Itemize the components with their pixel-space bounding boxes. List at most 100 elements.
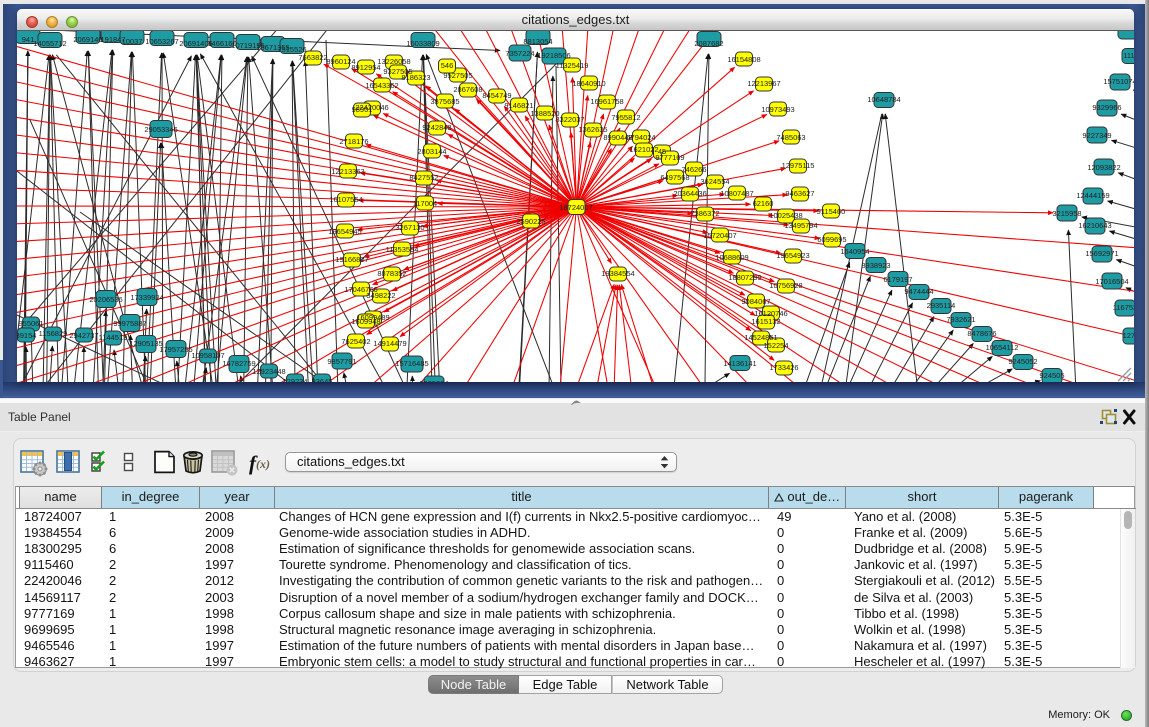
svg-text:99975887: 99975887 [113,319,146,328]
svg-text:3624554: 3624554 [700,177,729,186]
svg-text:9242848: 9242848 [422,123,451,132]
svg-text:10756928: 10756928 [769,281,802,290]
svg-text:8186323: 8186323 [401,73,430,82]
svg-text:18640910: 18640910 [572,79,605,88]
svg-text:19654923: 19654923 [776,251,809,260]
svg-text:9527505: 9527505 [443,71,472,80]
svg-text:14055712: 14055712 [33,39,66,48]
svg-text:6497568: 6497568 [660,173,689,182]
svg-text:2069140: 2069140 [73,35,102,44]
svg-text:20206536: 20206536 [89,295,122,304]
svg-text:2718176: 2718176 [339,137,368,146]
svg-text:(x): (x) [256,457,270,471]
svg-text:6794024: 6794024 [626,133,655,142]
svg-text:9115460: 9115460 [817,207,846,216]
svg-text:16154808: 16154808 [727,55,760,64]
svg-text:12213967: 12213967 [747,79,780,88]
svg-text:9777169: 9777169 [655,153,684,162]
svg-text:12093822: 12093822 [1087,163,1120,172]
svg-text:8454749: 8454749 [482,91,511,100]
svg-text:20364436: 20364436 [673,189,706,198]
svg-text:12213363: 12213363 [331,167,364,176]
svg-text:3875685: 3875685 [430,97,459,106]
svg-text:12975115: 12975115 [782,161,815,170]
svg-text:19218506: 19218506 [537,51,570,60]
svg-text:6099695: 6099695 [817,235,846,244]
svg-text:1733426: 1733426 [769,363,798,372]
svg-text:3215958: 3215958 [1052,209,1081,218]
svg-text:2803144: 2803144 [417,147,446,156]
svg-text:7625402: 7625402 [341,337,370,346]
svg-text:9857791: 9857791 [327,357,356,366]
svg-text:18807299: 18807299 [728,273,761,282]
svg-text:9245052: 9245052 [1008,357,1037,366]
svg-text:1615132: 1615132 [751,317,780,326]
svg-text:2935114: 2935114 [927,301,956,310]
svg-text:62160: 62160 [753,199,774,208]
svg-text:16543362: 16543362 [365,81,398,90]
svg-text:8478676: 8478676 [967,329,996,338]
svg-text:9146821: 9146821 [504,101,533,110]
svg-text:2087682: 2087682 [694,39,723,48]
svg-text:15720407: 15720407 [703,231,736,240]
svg-text:1640954: 1640954 [840,247,869,256]
svg-text:7485063: 7485063 [776,133,805,142]
svg-text:8938923: 8938923 [861,261,890,270]
svg-text:129234: 129234 [282,377,307,382]
svg-text:3498222: 3498222 [366,291,395,300]
svg-text:16961758: 16961758 [590,97,623,106]
svg-text:7955812: 7955812 [611,113,640,122]
svg-text:1144519: 1144519 [99,333,128,342]
svg-text:13495794: 13495794 [784,221,817,230]
svg-text:14136141: 14136141 [723,359,756,368]
svg-text:13226058: 13226058 [377,57,410,66]
svg-text:12905135: 12905135 [129,339,162,348]
svg-text:117004: 117004 [413,199,437,208]
svg-text:7386372: 7386372 [690,209,719,218]
svg-text:152254: 152254 [763,341,788,350]
svg-text:2590225: 2590225 [516,217,545,226]
svg-text:8912954: 8912954 [351,63,380,72]
svg-text:17016504: 17016504 [1095,277,1128,286]
svg-text:8322037: 8322037 [555,115,584,124]
svg-text:39154: 39154 [17,331,36,340]
svg-text:16782759: 16782759 [222,359,255,368]
svg-text:9084067: 9084067 [741,297,770,306]
svg-text:12776: 12776 [1123,331,1134,340]
svg-text:10654112: 10654112 [986,343,1019,352]
svg-text:2905334: 2905334 [419,379,448,382]
svg-text:3267130: 3267130 [395,223,424,232]
svg-text:15751074: 15751074 [1103,77,1134,86]
svg-text:7932621: 7932621 [946,315,975,324]
svg-text:14914479: 14914479 [373,339,406,348]
svg-text:10653267: 10653267 [145,37,178,46]
svg-text:12923448: 12923448 [252,367,285,376]
svg-text:8427552: 8427552 [409,173,438,182]
svg-text:9227349: 9227349 [1082,131,1111,140]
svg-text:924505: 924505 [1039,371,1064,380]
svg-text:7357224: 7357224 [505,49,534,58]
svg-text:10037: 10037 [122,37,143,46]
svg-text:2867608: 2867608 [453,85,482,94]
svg-text:9463627: 9463627 [785,189,814,198]
svg-text:16210643: 16210643 [1078,221,1111,230]
svg-text:1156829: 1156829 [39,329,68,338]
svg-text:10648784: 10648784 [867,95,900,104]
svg-text:15716485: 15716485 [395,359,428,368]
svg-text:7663822: 7663822 [298,53,327,62]
svg-text:1621022: 1621022 [629,145,658,154]
svg-text:546: 546 [441,61,454,70]
svg-text:17339924: 17339924 [130,293,163,302]
svg-text:29053346: 29053346 [144,125,177,134]
svg-text:98901: 98901 [352,105,373,114]
svg-text:15692971: 15692971 [1085,249,1118,258]
svg-text:18724007: 18724007 [559,203,592,212]
svg-text:10807487: 10807487 [720,189,753,198]
svg-text:19166827: 19166827 [335,255,368,264]
svg-text:8813054: 8813054 [523,37,552,46]
svg-text:9329966: 9329966 [1092,103,1121,112]
svg-text:16107554: 16107554 [329,195,362,204]
svg-text:10025438: 10025438 [769,211,802,220]
svg-text:17957255: 17957255 [159,345,192,354]
svg-text:83645: 83645 [312,377,333,382]
